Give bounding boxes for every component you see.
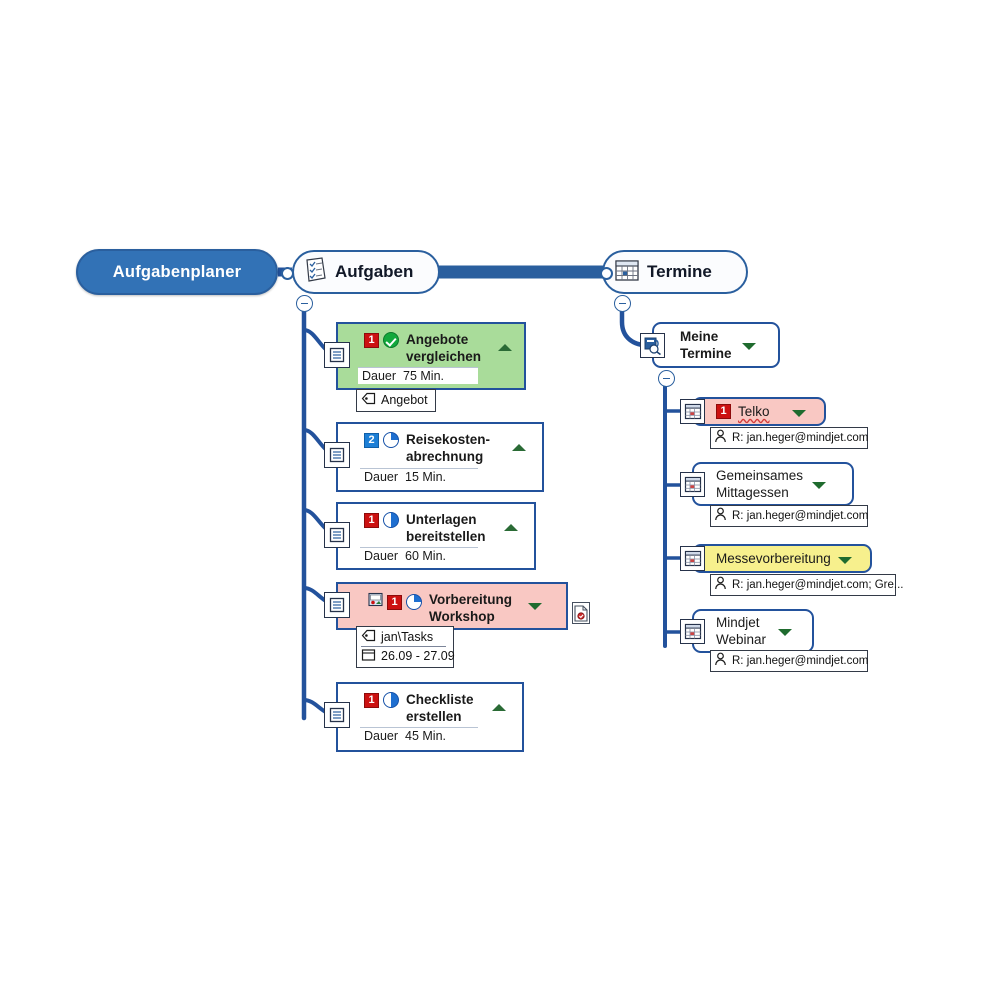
appointment-parent-node[interactable]: Meine Termine [652,322,780,368]
green-check-icon [383,332,399,348]
attendee-text: R: jan.heger@mindjet.com [732,431,869,444]
root-connector-dot [281,267,294,280]
collapse-toggle-aufgaben[interactable] [296,295,313,312]
appointment-title: Telko [738,404,770,419]
calendar-grid-icon [614,258,640,287]
task-tag-callout[interactable]: jan\Tasks 26.09 - 27.09 [356,626,455,668]
triangle-down-icon [528,603,542,610]
priority-icon: 1 [716,404,731,419]
appointment-node[interactable]: Mindjet Webinar [692,609,814,653]
task-title: Unterlagen bereitstellen [406,512,486,544]
calendar-small-icon [361,648,376,664]
notes-icon[interactable] [324,342,350,368]
task-title: Vorbereitung Workshop [429,592,513,624]
person-icon [714,576,727,593]
notes-icon[interactable] [324,702,350,728]
person-icon [714,429,727,446]
appointment-title-line2: Webinar [716,632,767,647]
attendee-text: R: jan.heger@mindjet.com [732,654,869,667]
triangle-down-icon [812,482,826,489]
triangle-up-icon [512,444,526,451]
task-node[interactable]: 1 Unterlagen bereitstellen Dauer 60 Min. [336,502,536,570]
appointment-node[interactable]: Gemeinsames Mittagessen [692,462,854,506]
outlook-appointments-icon[interactable] [640,333,665,358]
tag-icon [361,392,376,408]
tag-text: jan\Tasks [381,630,434,644]
task-duration: Dauer 75 Min. [358,367,478,384]
document-attachment-icon[interactable] [572,602,590,624]
calendar-icon[interactable] [680,472,705,497]
attendee-callout[interactable]: R: jan.heger@mindjet.com; Gre... [710,574,903,596]
task-node[interactable]: 1 Vorbereitung Workshop [336,582,568,630]
appointment-parent-line2: Termine [680,346,732,361]
pie-50-icon [383,512,399,528]
branch-label-termine: Termine [647,262,712,281]
triangle-down-icon [838,557,852,564]
appointment-node[interactable]: Messevorbereitung [692,544,872,573]
attendee-callout[interactable]: R: jan.heger@mindjet.com [710,427,868,449]
triangle-down-icon [792,410,806,417]
task-tag-callout[interactable]: Angebot [356,389,436,412]
pie-50-icon [383,692,399,708]
task-duration: Dauer 15 Min. [360,468,478,485]
pie-25-icon [406,594,422,610]
notes-icon[interactable] [324,442,350,468]
notes-icon[interactable] [324,592,350,618]
branch-node-termine[interactable]: Termine [602,250,748,294]
picture-attachment-icon [368,592,383,612]
appointment-parent-line1: Meine [680,329,719,344]
branch-node-aufgaben[interactable]: Aufgaben [292,250,440,294]
notes-icon[interactable] [324,522,350,548]
appointment-title-line1: Gemeinsames [716,468,804,483]
calendar-icon[interactable] [680,399,705,424]
attendee-callout[interactable]: R: jan.heger@mindjet.com [710,650,868,672]
collapse-toggle-meine-termine[interactable] [658,370,675,387]
priority-icon: 2 [364,432,379,448]
attendee-callout[interactable]: R: jan.heger@mindjet.com [710,505,868,527]
triangle-up-icon [492,704,506,711]
priority-icon: 1 [364,512,379,528]
mindmap-canvas: Aufgabenplaner Aufgaben Termine 1 Angebo… [0,0,1000,1000]
task-node[interactable]: 1 Checkliste erstellen Dauer 45 Min. [336,682,524,752]
checklist-icon [304,256,328,288]
appointment-title: Messevorbereitung [716,551,831,566]
root-node[interactable]: Aufgabenplaner [76,249,278,295]
priority-icon: 1 [387,594,402,610]
attendee-text: R: jan.heger@mindjet.com; Gre... [732,578,904,591]
branch-label-aufgaben: Aufgaben [335,262,414,281]
task-title: Angebote vergleichen [406,332,482,364]
tag-icon [361,629,376,645]
priority-icon: 1 [364,332,379,348]
appointment-node[interactable]: 1 Telko [692,397,826,426]
triangle-down-icon [742,343,756,350]
collapse-toggle-termine[interactable] [614,295,631,312]
attendee-text: R: jan.heger@mindjet.com [732,509,869,522]
task-node[interactable]: 1 Angebote vergleichen Dauer 75 Min. [336,322,526,390]
calendar-icon[interactable] [680,619,705,644]
triangle-up-icon [498,344,512,351]
priority-icon: 1 [364,692,379,708]
root-label: Aufgabenplaner [112,262,242,281]
task-node[interactable]: 2 Reisekosten-abrechnung Dauer 15 Min. [336,422,544,492]
pie-25-icon [383,432,399,448]
person-icon [714,507,727,524]
appointment-title-line1: Mindjet [716,615,760,630]
calendar-icon[interactable] [680,546,705,571]
tag-text: 26.09 - 27.09 [381,649,455,663]
appointment-title-line2: Mittagessen [716,485,789,500]
termine-connector-dot [600,267,613,280]
triangle-down-icon [778,629,792,636]
task-duration: Dauer 60 Min. [360,547,478,564]
person-icon [714,652,727,669]
triangle-up-icon [504,524,518,531]
task-duration: Dauer 45 Min. [360,727,478,744]
tag-text: Angebot [381,393,428,407]
task-title: Reisekosten-abrechnung [406,432,491,464]
